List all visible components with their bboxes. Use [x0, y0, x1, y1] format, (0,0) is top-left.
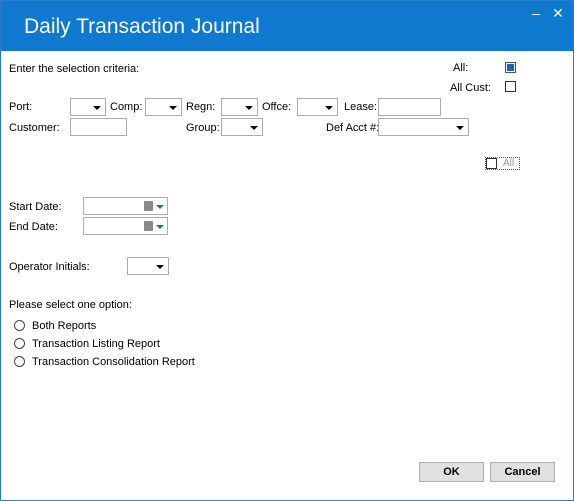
- all-small-label: All: [503, 158, 515, 169]
- offce-combo[interactable]: [297, 98, 338, 116]
- comp-label: Comp:: [110, 101, 143, 113]
- port-label: Port:: [9, 101, 33, 113]
- def-acct-label: Def Acct #:: [326, 122, 380, 134]
- chevron-down-icon: [93, 106, 101, 110]
- transaction-listing-label[interactable]: Transaction Listing Report: [32, 338, 160, 350]
- options-heading: Please select one option:: [9, 299, 132, 311]
- operator-initials-combo[interactable]: [127, 257, 169, 275]
- chevron-down-icon[interactable]: [156, 225, 164, 229]
- operator-initials-label: Operator Initials:: [9, 261, 90, 273]
- all-small-toggle[interactable]: All: [485, 157, 520, 170]
- both-reports-label[interactable]: Both Reports: [32, 320, 96, 332]
- chevron-down-icon: [156, 265, 164, 269]
- customer-input[interactable]: [70, 118, 127, 136]
- chevron-down-icon: [245, 106, 253, 110]
- window-title: Daily Transaction Journal: [24, 15, 260, 38]
- port-combo[interactable]: [70, 98, 106, 116]
- all-small-checkbox[interactable]: [486, 158, 497, 169]
- calendar-icon: [144, 221, 153, 231]
- dialog-window: Daily Transaction Journal – ✕ Enter the …: [0, 0, 574, 501]
- chevron-down-icon: [250, 126, 258, 130]
- ok-button[interactable]: OK: [419, 462, 484, 482]
- close-button[interactable]: ✕: [548, 5, 568, 21]
- chevron-down-icon: [325, 106, 333, 110]
- end-date-picker[interactable]: [83, 217, 168, 235]
- lease-input[interactable]: [378, 98, 441, 116]
- group-combo[interactable]: [221, 118, 263, 136]
- all-cust-label: All Cust:: [450, 82, 491, 94]
- comp-combo[interactable]: [145, 98, 182, 116]
- all-cust-checkbox[interactable]: [505, 81, 516, 92]
- transaction-consolidation-radio[interactable]: [14, 356, 25, 367]
- chevron-down-icon: [456, 126, 464, 130]
- offce-label: Offce:: [262, 101, 292, 113]
- criteria-heading: Enter the selection criteria:: [9, 63, 140, 75]
- group-label: Group:: [186, 122, 220, 134]
- cancel-button[interactable]: Cancel: [490, 462, 555, 482]
- transaction-consolidation-label[interactable]: Transaction Consolidation Report: [32, 356, 195, 368]
- start-date-picker[interactable]: [83, 197, 168, 215]
- all-checkbox[interactable]: [505, 62, 516, 73]
- lease-label: Lease:: [344, 101, 378, 113]
- chevron-down-icon[interactable]: [156, 205, 164, 209]
- regn-combo[interactable]: [221, 98, 258, 116]
- customer-label: Customer:: [9, 122, 60, 134]
- start-date-label: Start Date:: [9, 201, 62, 213]
- both-reports-radio[interactable]: [14, 320, 25, 331]
- def-acct-combo[interactable]: [378, 118, 469, 136]
- calendar-icon: [144, 201, 153, 211]
- all-label: All:: [453, 62, 469, 74]
- regn-label: Regn:: [186, 101, 216, 113]
- transaction-listing-radio[interactable]: [14, 338, 25, 349]
- end-date-label: End Date:: [9, 221, 58, 233]
- chevron-down-icon: [169, 106, 177, 110]
- title-bar: Daily Transaction Journal – ✕: [1, 1, 573, 51]
- minimize-button[interactable]: –: [526, 5, 546, 21]
